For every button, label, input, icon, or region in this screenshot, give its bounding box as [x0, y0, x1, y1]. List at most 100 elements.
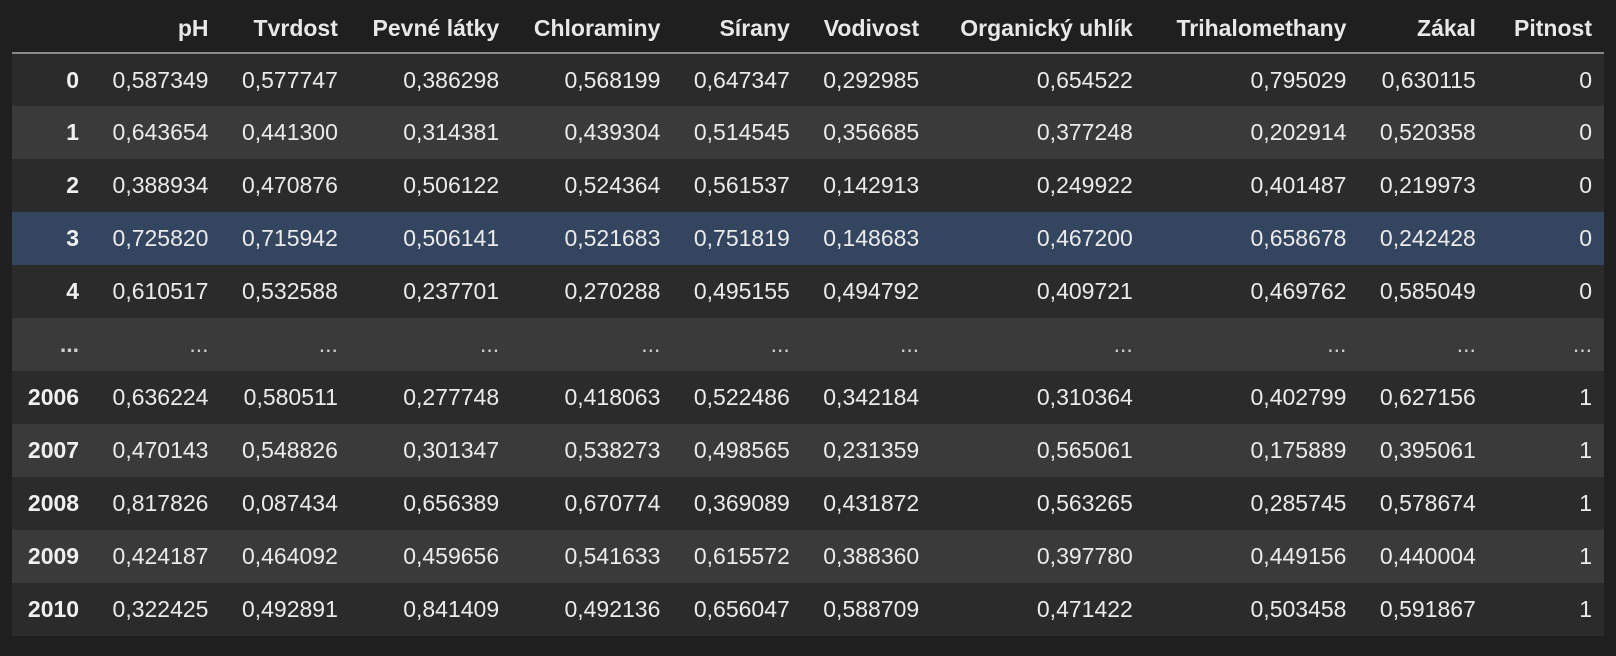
table-cell: 0,656389	[403, 490, 500, 516]
table-cell: 0,440004	[1379, 543, 1476, 569]
table-cell: ...	[479, 331, 500, 357]
table-row[interactable]: 2006 0,636224 0,580511 0,277748 0,418063 0,52…	[12, 371, 1604, 424]
table-cell: 0,285745	[1250, 490, 1347, 516]
table-cell: 0,658678	[1250, 225, 1347, 251]
table-cell: 0,656047	[693, 596, 790, 622]
table-row[interactable]: 1 0,643654 0,441300 0,314381 0,439304 0,51454…	[12, 106, 1604, 159]
table-cell: ...	[641, 331, 661, 357]
ellipsis-row[interactable]: .................................	[12, 318, 1604, 371]
table-cell: 0,817826	[112, 490, 209, 516]
table-cell: 0,630115	[1381, 66, 1476, 93]
table-cell: 0,514545	[693, 119, 790, 145]
row-index: 3	[66, 225, 80, 251]
table-cell: 0,439304	[564, 119, 661, 145]
row-index: 2007	[27, 437, 80, 463]
table-cell: 0,424187	[112, 543, 209, 569]
row-index: 2010	[27, 596, 80, 622]
table-cell: 0,610517	[112, 278, 209, 304]
table-cell: 0,277748	[403, 384, 500, 410]
table-cell: 0,249922	[1036, 172, 1133, 198]
table-cell: 0,506141	[403, 225, 500, 251]
table-cell: 0,388934	[112, 172, 209, 198]
table-cell: 0,242428	[1379, 225, 1476, 251]
table-cell: 0	[1579, 66, 1592, 93]
table-cell: 0,301347	[403, 437, 500, 463]
table-cell: 0,492136	[564, 596, 661, 622]
table-cell: 0,231359	[823, 437, 920, 463]
table-cell: 0,310364	[1036, 384, 1133, 410]
table-row[interactable]: 0 0,587349 0,577747 0,386298 0,568199 0,64734…	[12, 53, 1604, 106]
table-cell: 0,386298	[403, 66, 500, 93]
table-cell: 0,538273	[564, 437, 661, 463]
table-cell: 0,148683	[823, 225, 920, 251]
table-cell: 0,469762	[1250, 278, 1347, 304]
column-header: Pevné látky	[349, 4, 512, 54]
table-row[interactable]: 3 0,725820 0,715942 0,506141 0,521683 0,75181…	[12, 212, 1604, 265]
table-cell: 0,322425	[112, 596, 209, 622]
table-cell: 0,520358	[1379, 119, 1476, 145]
table-cell: 0,643654	[112, 119, 209, 145]
table-cell: 0,495155	[693, 278, 790, 304]
table-cell: 0,561537	[693, 172, 790, 198]
table-cell: 1	[1579, 543, 1592, 569]
table-cell: 1	[1579, 384, 1592, 410]
table-row[interactable]: 2009 0,424187 0,464092 0,459656 0,541633 0,61…	[12, 530, 1604, 583]
table-row[interactable]: 2007 0,470143 0,548826 0,301347 0,538273 0,49…	[12, 424, 1604, 477]
table-cell: 0,142913	[823, 172, 920, 198]
table-cell: 0,563265	[1036, 490, 1133, 516]
row-index: 2008	[27, 490, 80, 516]
row-index: 4	[66, 278, 80, 304]
table-cell: ...	[1327, 331, 1347, 357]
table-cell: 0,588709	[823, 596, 920, 622]
table-cell: 0,219973	[1379, 172, 1476, 198]
table-cell: 0,431872	[823, 490, 920, 516]
table-cell: 0,471422	[1036, 596, 1133, 622]
table-cell: 0,314381	[403, 119, 500, 145]
table-cell: 0,725820	[112, 225, 209, 251]
table-cell: 0,565061	[1036, 437, 1133, 463]
table-cell: 0,548826	[241, 437, 338, 463]
table-cell: 0,418063	[564, 384, 661, 410]
column-header: Vodivost	[801, 4, 932, 54]
table-cell: 0,670774	[564, 490, 661, 516]
table-cell: 0,494792	[823, 278, 920, 304]
table-cell: 1	[1579, 437, 1592, 463]
table-cell: 0,470876	[241, 172, 338, 198]
table-cell: 0,270288	[564, 278, 661, 304]
table-cell: 0,568199	[564, 66, 661, 93]
table-cell: 0	[1579, 278, 1592, 304]
table-cell: 0,647347	[693, 66, 790, 93]
table-cell: 0,498565	[693, 437, 790, 463]
table-cell: 0,202914	[1250, 119, 1347, 145]
table-cell: 0,615572	[693, 543, 790, 569]
table-cell: 0,524364	[564, 172, 661, 198]
table-cell: 0,467200	[1036, 225, 1133, 251]
table-cell: 0,715942	[241, 225, 338, 251]
table-cell: 0,654522	[1036, 66, 1133, 93]
table-cell: 0,409721	[1036, 278, 1133, 304]
row-index: 0	[66, 66, 80, 93]
row-index: ...	[59, 331, 80, 357]
table-cell: 0,087434	[241, 490, 338, 516]
table-cell: 0,841409	[403, 596, 500, 622]
column-header: pH	[91, 4, 221, 54]
dataframe-table: pH Tvrdost Pevné látky Chloraminy Sírany Vodi…	[12, 4, 1604, 636]
table-cell: 0,636224	[112, 384, 209, 410]
table-row[interactable]: 4 0,610517 0,532588 0,237701 0,270288 0,49515…	[12, 265, 1604, 318]
table-cell: ...	[770, 331, 790, 357]
table-cell: 0,506122	[403, 172, 500, 198]
table-cell: 0	[1579, 225, 1592, 251]
table-row[interactable]: 2008 0,817826 0,087434 0,656389 0,670774 0,36…	[12, 477, 1604, 530]
table-cell: 0,175889	[1250, 437, 1347, 463]
row-index: 2	[66, 172, 80, 198]
table-header: pH Tvrdost Pevné látky Chloraminy Sírany Vodi…	[12, 4, 1604, 54]
table-cell: 0,397780	[1036, 543, 1133, 569]
table-cell: ...	[1456, 331, 1476, 357]
table-cell: 0,591867	[1379, 596, 1476, 622]
table-cell: 0,532588	[241, 278, 338, 304]
table-cell: 0,402799	[1250, 384, 1347, 410]
column-header: Zákal	[1358, 4, 1488, 54]
column-header: Trihalomethany	[1144, 4, 1359, 54]
table-row[interactable]: 2 0,388934 0,470876 0,506122 0,524364 0,56153…	[12, 159, 1604, 212]
table-row[interactable]: 2010 0,322425 0,492891 0,841409 0,492136 0,65…	[12, 583, 1604, 636]
